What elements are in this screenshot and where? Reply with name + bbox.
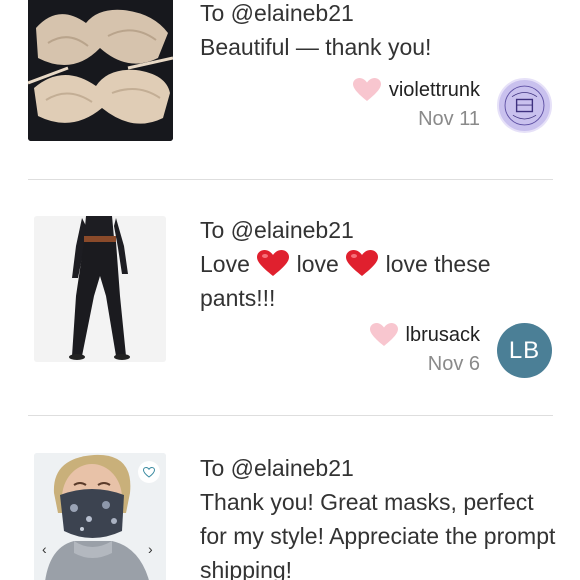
review-text-part: love: [296, 251, 339, 277]
heart-icon[interactable]: [352, 78, 381, 102]
review-text: Beautiful — thank you!: [200, 34, 432, 60]
chevron-right-icon[interactable]: ›: [148, 541, 153, 557]
like-badge[interactable]: [138, 461, 160, 483]
review-recipient: To @elaineb21: [200, 217, 354, 243]
review-date: Nov 11: [418, 108, 480, 130]
review-feed: To @elaineb21 Beautiful — thank you! vio…: [0, 0, 580, 580]
review-recipient: To @elaineb21: [200, 0, 354, 26]
review-text-part: Love: [200, 251, 250, 277]
review-author: lbrusack: [369, 323, 480, 347]
review-text: Love love love these pants!!!: [200, 247, 560, 315]
red-heart-emoji-icon: [257, 250, 290, 276]
review-text: Thank you! Great masks, perfect for my s…: [200, 489, 556, 580]
violet-trunk-logo-icon: [500, 81, 549, 130]
bra-product-photo: [28, 0, 173, 141]
heart-outline-icon: [143, 466, 155, 478]
product-thumbnail[interactable]: [28, 0, 173, 141]
review-recipient: To @elaineb21: [200, 455, 354, 481]
chevron-left-icon[interactable]: ‹: [42, 541, 47, 557]
divider: [28, 415, 553, 416]
review-date: Nov 6: [427, 353, 480, 375]
author-username[interactable]: lbrusack: [406, 324, 480, 347]
pants-product-photo: [34, 216, 166, 362]
heart-icon[interactable]: [369, 323, 398, 347]
red-heart-emoji-icon: [346, 250, 379, 276]
avatar[interactable]: [497, 78, 552, 133]
author-username[interactable]: violettrunk: [389, 79, 480, 102]
avatar[interactable]: LB: [497, 323, 552, 378]
divider: [28, 179, 553, 180]
product-thumbnail[interactable]: ‹ ›: [34, 453, 166, 580]
product-thumbnail[interactable]: [34, 216, 166, 362]
review-author: violettrunk: [352, 78, 480, 102]
